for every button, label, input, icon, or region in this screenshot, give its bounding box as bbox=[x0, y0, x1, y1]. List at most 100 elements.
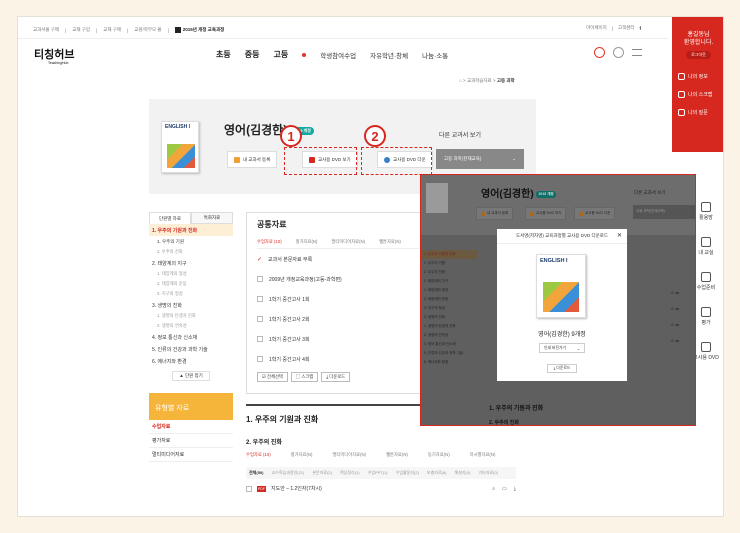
filter-tab[interactable]: 수업자료 (10) bbox=[257, 239, 282, 245]
pill[interactable]: 본문자료(2) bbox=[312, 470, 332, 476]
close-icon[interactable]: ✕ bbox=[617, 232, 622, 239]
nav-elementary[interactable]: 초등 bbox=[216, 49, 231, 60]
unit-item[interactable]: 2. 우주의 진화 bbox=[149, 247, 233, 257]
unit-item[interactable]: 2. 태양계의 지구 bbox=[149, 257, 233, 269]
my-info-link[interactable]: 나의 정보 bbox=[678, 73, 723, 80]
hamburger-icon[interactable] bbox=[632, 49, 642, 56]
type-item[interactable]: 수업자료 bbox=[149, 420, 233, 434]
person-icon bbox=[678, 73, 685, 80]
unit-item[interactable]: 2. 태양계의 운동 bbox=[149, 279, 233, 289]
download-button[interactable]: ⤓ 다운로드 bbox=[321, 372, 351, 382]
filter-tab[interactable]: 웹툰자료(N) bbox=[379, 239, 401, 245]
textbook-title: 영어(김경한) 2015 개정 bbox=[481, 189, 556, 200]
my-question-link[interactable]: 나의 질문 bbox=[678, 109, 723, 116]
chevron-down-icon: ⌄ bbox=[576, 346, 580, 351]
badge-icon bbox=[174, 27, 181, 33]
pill[interactable]: 보충자료(6) bbox=[427, 470, 447, 476]
search-icon[interactable]: ⌕ bbox=[492, 486, 495, 492]
nav-free-semester[interactable]: 자유학년·창체 bbox=[370, 50, 408, 60]
type-item[interactable]: 평가자료 bbox=[149, 434, 233, 448]
unit-item[interactable]: 1. 태양계의 형성 bbox=[149, 269, 233, 279]
nav-middle[interactable]: 중등 bbox=[245, 49, 260, 60]
clip-icon bbox=[678, 91, 685, 98]
modal-book-name: 영어(김경한) 9개정 bbox=[538, 332, 586, 338]
checkbox[interactable] bbox=[257, 296, 263, 302]
checkbox[interactable] bbox=[257, 276, 263, 282]
pdf-icon: PDF bbox=[257, 485, 266, 492]
filter-tab[interactable]: 멀티미디어자료(N) bbox=[331, 239, 365, 245]
utility-bar: 교과서몰 구매 | 교재 구입 | 교재 구매 | 교원/학부모 몰 | 2015년 개… bbox=[33, 27, 225, 33]
checkbox[interactable] bbox=[257, 356, 263, 362]
unit-item[interactable]: 1. 생명의 탄생과 진화 bbox=[149, 311, 233, 321]
my-scrap-link[interactable]: 나의 스크랩 bbox=[678, 91, 723, 98]
unit-heading: 1. 우주의 기원과 진화 bbox=[489, 406, 544, 412]
chevron-down-icon: ⌄ bbox=[512, 156, 516, 161]
callout-box-1 bbox=[284, 147, 357, 175]
pill[interactable]: 교수학습과정안(21) bbox=[271, 470, 304, 476]
filter-tab[interactable]: 동기자료(N) bbox=[428, 452, 450, 458]
unit-item[interactable]: 2. 생명의 연속성 bbox=[149, 321, 233, 331]
pill[interactable]: 전체(50) bbox=[249, 470, 263, 476]
tab-unit[interactable]: 단원별 자료 bbox=[149, 212, 191, 224]
version-select[interactable]: 인쇄 버전가기 ⌄ bbox=[539, 343, 585, 353]
checkbox[interactable] bbox=[246, 485, 252, 492]
resource-row[interactable]: PDF 지도안 – 1.2인자(7차시) ⌕ ▭ ⤓ bbox=[246, 485, 516, 492]
unit-item[interactable]: 1. 우주의 기원과 진화 bbox=[149, 224, 233, 236]
util-link-3[interactable]: 교재 구매 bbox=[103, 27, 121, 33]
unit-item[interactable]: 1. 우주의 기원 bbox=[149, 236, 233, 247]
facebook-icon[interactable]: f bbox=[640, 26, 642, 31]
nav-high[interactable]: 고등 bbox=[273, 49, 288, 60]
register-icon bbox=[234, 156, 240, 163]
logout-button[interactable]: 로그아웃 bbox=[686, 51, 711, 59]
filter-tab[interactable]: 멀티미디어자료(N) bbox=[332, 452, 366, 458]
search-icon: ⌕ ▭ bbox=[671, 290, 679, 296]
pill[interactable]: 수업활동지(2) bbox=[396, 470, 419, 476]
pill[interactable]: 핵심정리(1) bbox=[340, 470, 360, 476]
pill[interactable]: 기타자료(0) bbox=[478, 470, 498, 476]
user-icon[interactable] bbox=[613, 47, 624, 58]
tab-special[interactable]: 특화자료 bbox=[191, 212, 233, 224]
nav-participation[interactable]: 학생참여수업 bbox=[320, 50, 356, 60]
pill[interactable]: 해설지(0) bbox=[455, 470, 471, 476]
unit-sidebar: 단원별 자료 특화자료 1. 우주의 기원과 진화 1. 우주의 기원 2. 우주의 … bbox=[149, 212, 233, 516]
textbook-select[interactable]: 고등 과학(천재교육) ⌄ bbox=[436, 149, 524, 169]
modal-download-button[interactable]: ⤓ 다운로드 bbox=[547, 364, 577, 373]
pill[interactable]: 수업PPT(1) bbox=[368, 470, 388, 476]
filter-tab[interactable]: 웹툰자료(N) bbox=[386, 452, 408, 458]
fold-units-button[interactable]: ▲ 단원 접기 bbox=[172, 371, 210, 381]
quick-panel: 홍길동님 환영합니다. 로그아웃 나의 정보 나의 스크랩 나의 질문 bbox=[672, 17, 723, 152]
register-textbook-button[interactable]: 내 교과서 등록 bbox=[227, 151, 278, 168]
unit-item[interactable]: 3. 지구의 형성 bbox=[149, 289, 233, 299]
util-link-4[interactable]: 교원/학부모 몰 bbox=[134, 27, 161, 33]
dvd-view-button: 교사용 DVD 보기 bbox=[525, 207, 567, 220]
select-all-button[interactable]: ☑ 전체선택 bbox=[257, 372, 288, 382]
checkbox[interactable] bbox=[257, 336, 263, 342]
textbook-cover bbox=[426, 183, 448, 213]
site-logo[interactable]: 티칭허브 TeachingHub bbox=[34, 46, 74, 65]
header-icons bbox=[594, 47, 642, 58]
mypage-link[interactable]: 마이페이지 bbox=[586, 25, 607, 31]
check-icon[interactable]: ✓ bbox=[257, 256, 262, 263]
curriculum-badge[interactable]: 2015년 개정 교육과정 bbox=[174, 27, 224, 33]
unit-item[interactable]: 5. 인류의 건강과 과학 기술 bbox=[149, 343, 233, 355]
checkbox[interactable] bbox=[257, 316, 263, 322]
dvd-download-button: 교사용 DVD 다운 bbox=[574, 207, 616, 220]
download-icon[interactable]: ⤓ bbox=[514, 486, 516, 492]
subunit-heading: 2. 우주의 진화 bbox=[489, 420, 519, 426]
filter-tab[interactable]: 수업자료 (10) bbox=[246, 452, 271, 458]
util-link-2[interactable]: 교재 구입 bbox=[72, 27, 90, 33]
notification-icon[interactable] bbox=[594, 47, 605, 58]
nav-share[interactable]: 나눔·소통 bbox=[422, 50, 448, 60]
filter-tab[interactable]: 평가자료(N) bbox=[291, 452, 313, 458]
support-link[interactable]: 고객센터 bbox=[618, 25, 635, 31]
util-link-1[interactable]: 교과서몰 구매 bbox=[33, 27, 59, 33]
unit-item[interactable]: 4. 정보 통신과 신소재 bbox=[149, 331, 233, 343]
filter-tab[interactable]: 차시별자료(N) bbox=[470, 452, 496, 458]
filter-tab[interactable]: 평가자료(N) bbox=[296, 239, 318, 245]
unit-item[interactable]: 6. 에너지와 환경 bbox=[149, 355, 233, 367]
scrap-button[interactable]: ▢ 스크랩 bbox=[290, 372, 319, 382]
unit-item[interactable]: 3. 생명의 진화 bbox=[149, 299, 233, 311]
greet-name: 홍길동님 bbox=[687, 32, 710, 38]
type-item[interactable]: 멀티미디어자료 bbox=[149, 448, 233, 462]
folder-icon[interactable]: ▭ bbox=[502, 486, 507, 492]
